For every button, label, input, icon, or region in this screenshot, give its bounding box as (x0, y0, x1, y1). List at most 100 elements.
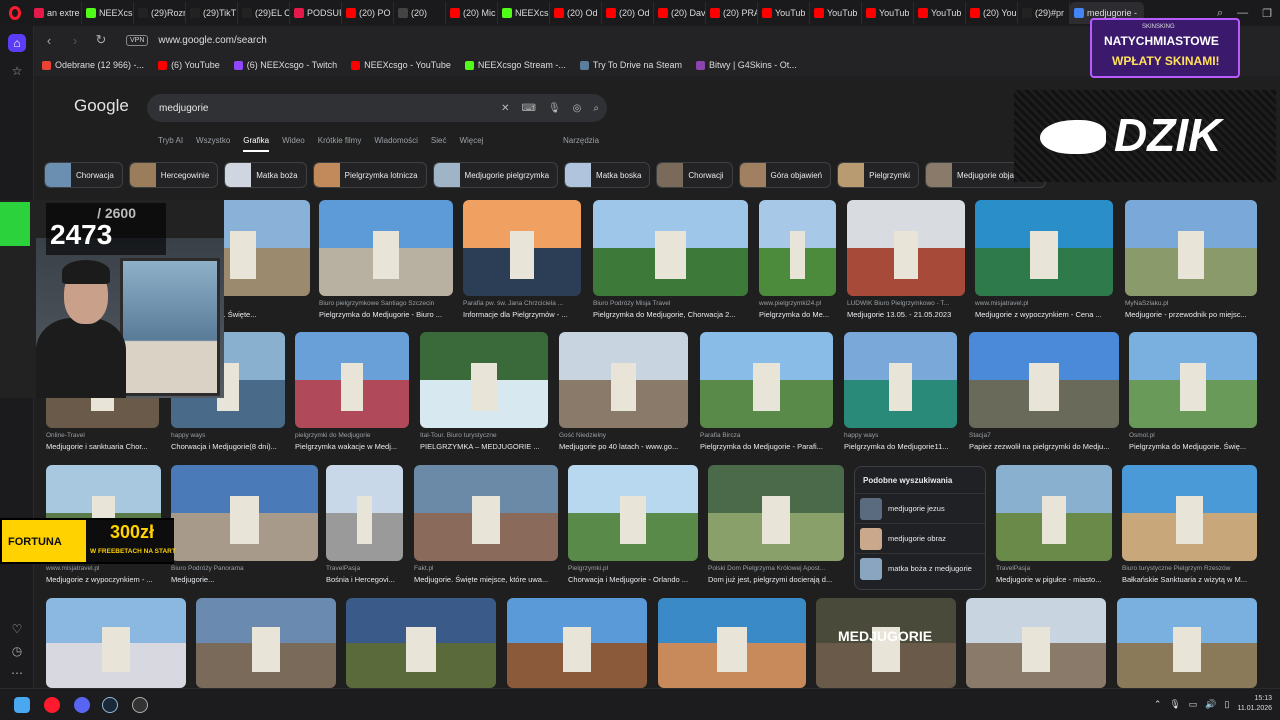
search-icon[interactable]: ⌕ (593, 103, 599, 114)
steam-icon[interactable] (102, 697, 118, 713)
result-image[interactable] (171, 465, 318, 561)
image-source[interactable]: Pielgrzymki.pl (568, 565, 698, 572)
browser-tab[interactable]: (20) Od (602, 2, 654, 24)
image-title[interactable]: Medjugorie... (171, 575, 318, 584)
image-source[interactable]: Ital-Tour. Biuro turystyczne (420, 432, 548, 439)
reload-icon[interactable]: ↻ (90, 32, 112, 48)
vpn-badge[interactable]: VPN (126, 34, 149, 46)
suggestion-chip[interactable]: Hercegowinie (128, 162, 219, 188)
lens-icon[interactable]: ◎ (573, 103, 582, 114)
image-source[interactable]: Parafia pw. św. Jana Chrzciciela ... (463, 300, 581, 307)
image-source[interactable]: pielgrzymki do Medjugorie (295, 432, 409, 439)
browser-tab[interactable]: (20) Od (550, 2, 602, 24)
image-source[interactable]: Biuro pielgrzymkowe Santiago Szczecin (319, 300, 453, 307)
browser-tab[interactable]: (20) Mic (446, 2, 498, 24)
heart-icon[interactable]: ♡ (8, 620, 26, 638)
image-source[interactable]: Stacja7 (969, 432, 1119, 439)
suggestion-chip[interactable]: Matka boża (224, 162, 307, 188)
result-image[interactable] (1129, 332, 1257, 428)
image-title[interactable]: Chorwacja i Medjugorie(8 dni)... (171, 442, 285, 451)
image-source[interactable]: www.misjatravel.pl (46, 565, 161, 572)
result-image[interactable] (1125, 200, 1257, 296)
image-title[interactable]: Papież zezwolił na pielgrzymki do Medju.… (969, 442, 1119, 451)
suggestion-chip[interactable]: Pielgrzymki (837, 162, 920, 188)
more-icon[interactable]: ⋯ (8, 664, 26, 682)
result-image[interactable] (196, 598, 336, 688)
browser-tab[interactable]: (29)EL C (238, 2, 290, 24)
result-image[interactable] (1122, 465, 1257, 561)
result-image[interactable] (975, 200, 1113, 296)
browser-tab[interactable]: (20) (394, 2, 446, 24)
nav-tab[interactable]: Wideo (282, 136, 305, 152)
browser-tab[interactable]: (29)#pr (1018, 2, 1070, 24)
image-title[interactable]: Medjugorie po 40 latach - www.go... (559, 442, 688, 451)
volume-icon[interactable]: 🔊 (1205, 699, 1216, 710)
clear-icon[interactable]: ✕ (501, 103, 509, 114)
back-icon[interactable]: ‹ (38, 33, 60, 48)
obs-icon[interactable] (132, 697, 148, 713)
result-image[interactable] (319, 200, 453, 296)
image-title[interactable]: Medjugorie w pigułce - miasto... (996, 575, 1112, 584)
suggestion-chip[interactable]: Medjugorie pielgrzymka (432, 162, 559, 188)
keyboard-icon[interactable]: ⌨ (522, 103, 536, 114)
result-image[interactable] (996, 465, 1112, 561)
nav-tab[interactable]: Wiadomości (374, 136, 418, 152)
opera-taskbar-icon[interactable] (44, 697, 60, 713)
result-image[interactable] (295, 332, 409, 428)
image-source[interactable]: MyNaSzlaku.pl (1125, 300, 1257, 307)
result-image[interactable] (346, 598, 496, 688)
browser-tab[interactable]: an extre (30, 2, 82, 24)
google-logo[interactable]: Google (74, 96, 129, 116)
image-title[interactable]: Medjugorie z wypoczynkiem - ... (46, 575, 161, 584)
image-source[interactable]: Parafia Bircza (700, 432, 833, 439)
forward-icon[interactable]: › (64, 33, 86, 48)
nav-tab[interactable]: Więcej (459, 136, 483, 152)
image-source[interactable]: TravelPasja (326, 565, 403, 572)
bookmark-item[interactable]: NEEXcsgo - YouTube (351, 60, 451, 70)
image-title[interactable]: Medjugorie i sanktuaria Chor... (46, 442, 159, 451)
browser-tab[interactable]: YouTub (862, 2, 914, 24)
image-source[interactable]: Polski Dom Pielgrzyma Królowej Apost... (708, 565, 844, 572)
image-title[interactable]: Medjugorie - przewodnik po miejsc... (1125, 310, 1257, 319)
suggestion-chip[interactable]: Chorwacji (656, 162, 733, 188)
browser-tab[interactable]: NEEXcs (82, 2, 134, 24)
home-icon[interactable]: ⌂ (8, 34, 26, 52)
image-title[interactable]: Medjugorie 13.05. - 21.05.2023 (847, 310, 965, 319)
image-source[interactable]: www.misjatravel.pl (975, 300, 1113, 307)
browser-tab[interactable]: (29)Rozr (134, 2, 186, 24)
image-title[interactable]: Bałkańskie Sanktuaria z wizytą w M... (1122, 575, 1257, 584)
image-title[interactable]: Pielgrzymka do Medjugorie11... (844, 442, 957, 451)
opera-logo-icon[interactable] (0, 0, 30, 26)
suggestion-chip[interactable]: Chorwacja (44, 162, 123, 188)
image-source[interactable]: Osmol.pl (1129, 432, 1257, 439)
result-image[interactable] (414, 465, 558, 561)
bookmark-item[interactable]: (6) NEEXcsgo - Twitch (233, 60, 337, 70)
image-title[interactable]: Pielgrzymka do Medjugorie - Parafi... (700, 442, 833, 451)
bookmark-item[interactable]: Bitwy | G4Skins - Ot... (695, 60, 797, 70)
image-title[interactable]: Informacje dla Pielgrzymów - ... (463, 310, 581, 319)
search-input[interactable]: medjugorie ✕ ⌨ 🎙 ◎ ⌕ (147, 94, 607, 122)
image-title[interactable]: Dom już jest, pielgrzymi docierają d... (708, 575, 844, 584)
browser-tab[interactable]: YouTub (914, 2, 966, 24)
result-image[interactable] (463, 200, 581, 296)
nav-tab[interactable]: Tryb AI (158, 136, 183, 152)
image-title[interactable]: Pielgrzymka do Medjugorie. Świę... (1129, 442, 1257, 451)
image-source[interactable]: Biuro Podróży Misja Travel (593, 300, 748, 307)
browser-tab[interactable]: NEEXcs (498, 2, 550, 24)
result-image[interactable] (658, 598, 806, 688)
mic-icon[interactable]: 🎙 (548, 103, 561, 114)
chevron-up-icon[interactable]: ⌃ (1154, 699, 1162, 710)
mic-tray-icon[interactable]: 🎙 (1169, 699, 1180, 710)
suggestion-chip[interactable]: Góra objawień (738, 162, 832, 188)
clock[interactable]: 15:13 11.01.2026 (1237, 694, 1272, 714)
related-item[interactable]: matka boża z medjugorie (855, 553, 985, 583)
star-icon[interactable]: ☆ (8, 62, 26, 80)
result-image[interactable] (559, 332, 688, 428)
related-item[interactable]: medjugorie obraz (855, 523, 985, 553)
image-title[interactable]: Medjugorie. Święte miejsce, które uwa... (414, 575, 558, 584)
image-title[interactable]: Pielgrzymka do Medjugorie - Biuro ... (319, 310, 453, 319)
result-image[interactable] (1117, 598, 1257, 688)
result-image[interactable] (969, 332, 1119, 428)
result-image[interactable] (420, 332, 548, 428)
browser-tab[interactable]: YouTub (810, 2, 862, 24)
